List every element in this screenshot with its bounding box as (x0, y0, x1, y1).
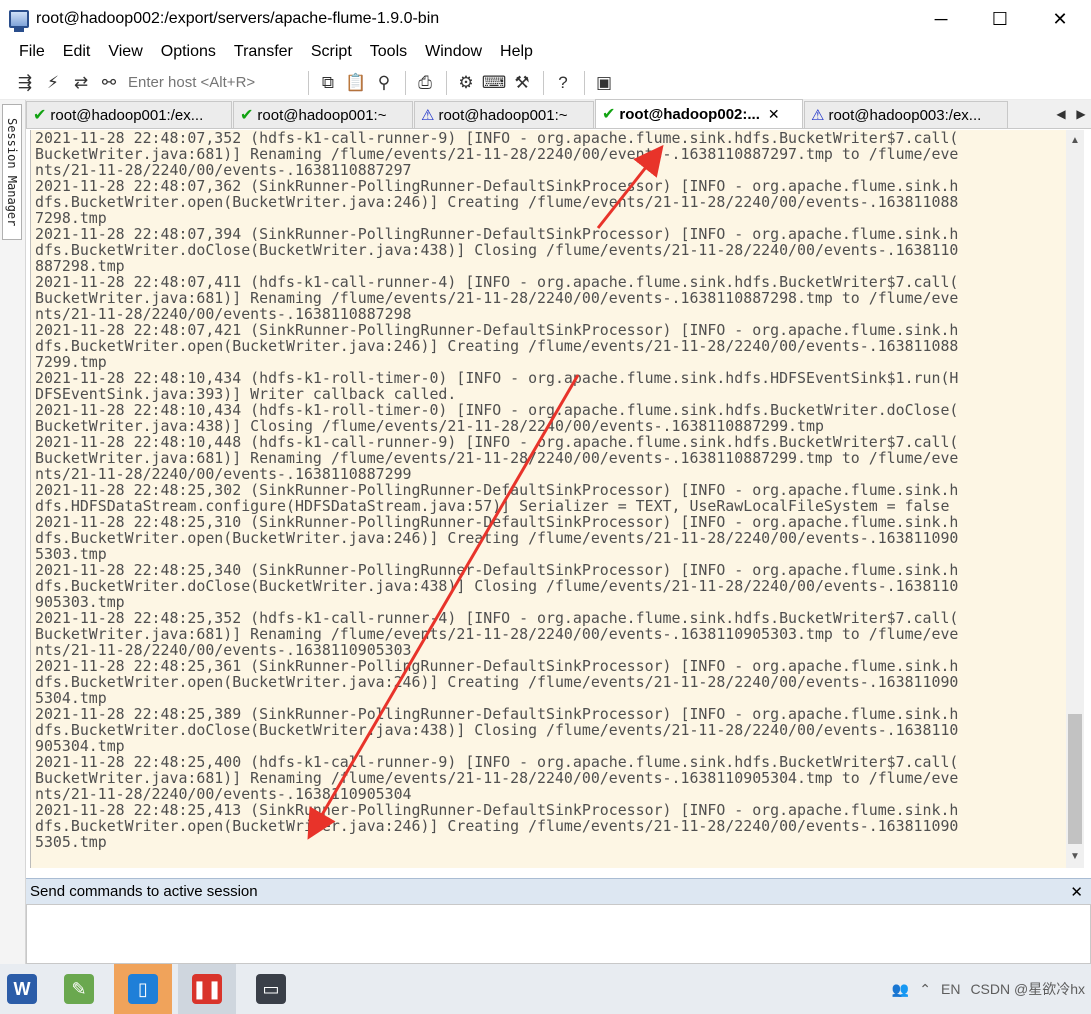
tab-hadoop003-export[interactable]: ⚠ root@hadoop003:/ex... (804, 101, 1008, 128)
warning-icon: ⚠ (811, 107, 825, 124)
minimize-button[interactable]: ─ (918, 0, 964, 38)
sftp-icon[interactable]: ⚒ (509, 70, 535, 96)
maximize-button[interactable]: ☐ (977, 0, 1023, 38)
menu-file[interactable]: File (0, 38, 54, 66)
scrollbar-thumb[interactable] (1068, 714, 1082, 844)
menu-tools[interactable]: Tools (361, 38, 416, 66)
session-tab-bar: ✔ root@hadoop001:/ex... ✔ root@hadoop001… (26, 99, 1091, 129)
command-panel-title: Send commands to active session (30, 883, 258, 900)
enter-host-input[interactable] (124, 70, 302, 95)
menu-bar: File Edit View Options Transfer Script T… (0, 38, 1091, 66)
window-title: root@hadoop002:/export/servers/apache-fl… (36, 10, 440, 27)
settings-icon[interactable]: ⚙ (453, 70, 479, 96)
menu-transfer[interactable]: Transfer (225, 38, 302, 66)
title-bar: root@hadoop002:/export/servers/apache-fl… (0, 0, 1091, 38)
connected-check-icon: ✔ (602, 106, 616, 123)
tab-hadoop001-home[interactable]: ✔ root@hadoop001:~ (233, 101, 413, 128)
tab-hadoop001-home-2[interactable]: ⚠ root@hadoop001:~ (414, 101, 594, 128)
tab-scroll-right-icon[interactable]: ▶ (1071, 101, 1091, 128)
find-icon[interactable]: ⚲ (371, 70, 397, 96)
print-icon[interactable]: ⎙ (412, 70, 438, 96)
menu-script[interactable]: Script (302, 38, 361, 66)
command-panel-header: Send commands to active session ✕ (26, 878, 1091, 904)
tab-label: root@hadoop001:~ (257, 106, 387, 124)
session-manager-strip: Session Manager (0, 100, 26, 964)
menu-help[interactable]: Help (491, 38, 542, 66)
disconnect-icon[interactable]: ⚯ (96, 70, 122, 96)
language-indicator[interactable]: EN (941, 981, 960, 997)
paste-icon[interactable]: 📋 (343, 70, 369, 96)
word-icon[interactable]: W (0, 964, 44, 1014)
menu-view[interactable]: View (99, 38, 151, 66)
help-icon[interactable]: ? (550, 70, 576, 96)
system-tray: 👥 ⌃ EN CSDN @星欲冷hx (882, 964, 1085, 1014)
connect-icon[interactable]: ⇶ (12, 70, 38, 96)
menu-edit[interactable]: Edit (54, 38, 100, 66)
notepad-icon[interactable]: ✎ (50, 964, 108, 1014)
reconnect-icon[interactable]: ⇄ (68, 70, 94, 96)
command-input-area[interactable] (26, 904, 1091, 964)
quick-connect-icon[interactable]: ⚡ (40, 70, 66, 96)
terminal-scrollbar[interactable]: ▲ ▼ (1066, 130, 1084, 868)
chevron-up-icon[interactable]: ⌃ (919, 981, 931, 998)
securecrt-icon[interactable]: ▭ (242, 964, 300, 1014)
recorder-icon[interactable]: ❚❚ (178, 964, 236, 1014)
connected-check-icon: ✔ (33, 107, 47, 124)
warning-icon: ⚠ (421, 107, 435, 124)
toolbar-separator (584, 70, 585, 95)
people-icon[interactable]: 👥 (892, 981, 909, 998)
toolbar-separator (405, 70, 406, 95)
tab-close-icon[interactable]: ✕ (768, 106, 780, 123)
csdn-watermark: CSDN @星欲冷hx (970, 981, 1085, 997)
menu-window[interactable]: Window (416, 38, 491, 66)
keymap-icon[interactable]: ⌨ (481, 70, 507, 96)
tab-label: root@hadoop001:~ (438, 106, 568, 124)
terminal-output[interactable]: 2021-11-28 22:48:07,352 (hdfs-k1-call-ru… (30, 130, 1066, 868)
toolbar-separator (446, 70, 447, 95)
close-button[interactable]: ✕ (1037, 0, 1083, 38)
scroll-down-icon[interactable]: ▼ (1066, 848, 1084, 866)
tab-label: root@hadoop001:/ex... (50, 106, 204, 124)
windows-taskbar: W ✎ ▯ ❚❚ ▭ 👥 ⌃ EN CSDN @星欲冷hx (0, 964, 1091, 1014)
terminal-text: 2021-11-28 22:48:07,352 (hdfs-k1-call-ru… (35, 130, 959, 851)
tab-label: root@hadoop003:/ex... (828, 106, 982, 124)
screenshot-icon[interactable]: ▣ (591, 70, 617, 96)
toolbar: ⇶ ⚡ ⇄ ⚯ ⧉ 📋 ⚲ ⎙ ⚙ ⌨ ⚒ ? ▣ (0, 66, 1091, 100)
copy-icon[interactable]: ⧉ (315, 70, 341, 96)
tab-scroll-left-icon[interactable]: ◀ (1051, 101, 1071, 128)
toolbar-separator (308, 70, 309, 95)
menu-options[interactable]: Options (152, 38, 225, 66)
scroll-up-icon[interactable]: ▲ (1066, 132, 1084, 150)
connected-check-icon: ✔ (240, 107, 254, 124)
securecrt-app-icon (9, 10, 29, 32)
tab-hadoop002-active[interactable]: ✔ root@hadoop002:... ✕ (595, 99, 803, 128)
session-manager-tab[interactable]: Session Manager (2, 104, 22, 240)
tab-hadoop001-export[interactable]: ✔ root@hadoop001:/ex... (26, 101, 232, 128)
tab-label: root@hadoop002:... (619, 105, 760, 123)
phone-icon[interactable]: ▯ (114, 964, 172, 1014)
command-panel-close-icon[interactable]: ✕ (1070, 883, 1083, 901)
toolbar-separator (543, 70, 544, 95)
